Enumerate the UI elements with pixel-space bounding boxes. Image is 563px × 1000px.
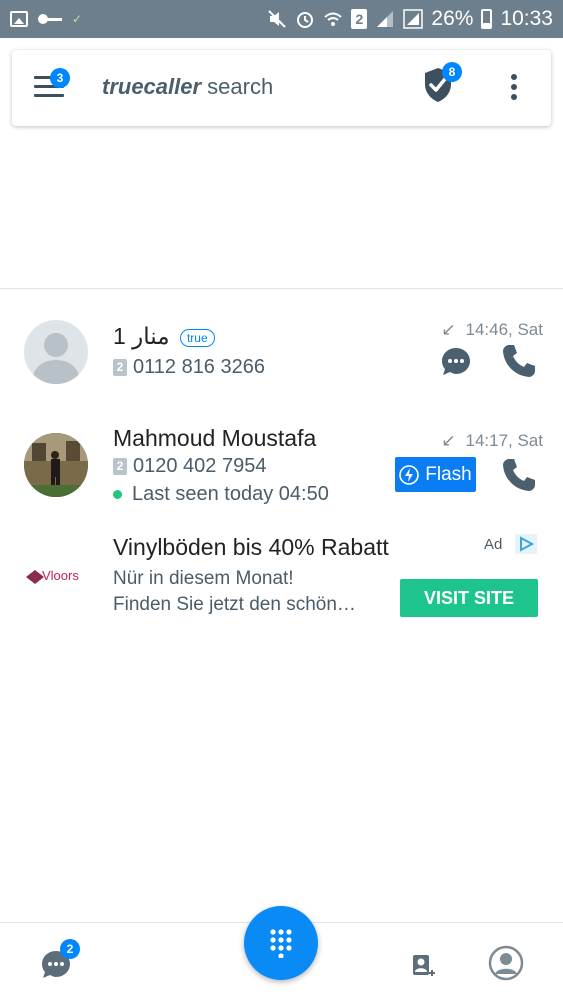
nav-profile[interactable] (488, 945, 524, 981)
menu-button[interactable]: 3 (34, 68, 70, 100)
ad-label: Ad (484, 536, 503, 553)
ad-row[interactable]: Vloors Vinylböden bis 40% Rabatt Nür in … (0, 530, 563, 625)
contact-name: منار 1 true (113, 323, 215, 350)
flash-button[interactable]: Flash (395, 457, 476, 492)
ad-logo: Vloors (24, 566, 96, 590)
contact-name-text: منار 1 (113, 323, 170, 349)
shield-button[interactable]: 8 (422, 62, 462, 106)
ad-logo-text: Vloors (42, 568, 79, 583)
dialpad-icon (270, 929, 292, 958)
battery-percent: 26% (431, 7, 474, 30)
call-button[interactable] (500, 456, 538, 494)
alarm-icon (297, 12, 314, 28)
sim-2-icon: 2 (113, 458, 127, 475)
messages-badge: 2 (60, 939, 80, 959)
contacts-icon (413, 955, 435, 976)
phone-number-text: 0112 816 3266 (133, 356, 265, 378)
avatar[interactable] (24, 433, 88, 497)
message-button[interactable] (441, 346, 471, 376)
status-bar: ✓ 2 26% 10:33 (0, 0, 563, 38)
nav-messages[interactable]: 2 (40, 939, 80, 979)
dialpad-button[interactable] (244, 906, 318, 980)
ad-line-1: Nür in diesem Monat! (113, 568, 294, 589)
battery-icon (481, 9, 493, 29)
profile-icon (488, 945, 524, 981)
wifi-icon (324, 12, 343, 26)
visit-site-button[interactable]: VISIT SITE (400, 579, 538, 617)
mute-icon (268, 10, 287, 28)
ad-line-2: Finden Sie jetzt den schön… (113, 594, 356, 615)
incoming-call-icon: ↙ (441, 431, 456, 450)
call-time: ↙ 14:46, Sat (441, 320, 543, 340)
true-badge: true (179, 328, 215, 347)
nav-contacts[interactable] (410, 951, 440, 981)
key-notification-icon (38, 14, 62, 24)
clock: 10:33 (500, 7, 553, 30)
flash-label: Flash (425, 463, 472, 485)
phone-number: 2 0120 402 7954 (113, 455, 266, 478)
phone-number-text: 0120 402 7954 (133, 455, 267, 477)
search-bar[interactable]: 3 truecaller search 8 (12, 50, 551, 126)
search-label: search (201, 74, 274, 99)
divider (0, 288, 563, 289)
search-placeholder[interactable]: truecaller search (102, 74, 273, 100)
online-dot-icon (113, 490, 122, 499)
contact-name: Mahmoud Moustafa (113, 425, 317, 451)
call-time: ↙ 14:17, Sat (441, 431, 543, 451)
gallery-notification-icon (10, 11, 28, 27)
last-seen-text: Last seen today 04:50 (132, 483, 329, 505)
sim-slot-icon: 2 (351, 9, 368, 29)
call-time-text: 14:46, Sat (465, 320, 543, 339)
person-placeholder-icon (32, 333, 80, 384)
call-row-1[interactable]: منار 1 true 2 0112 816 3266 ↙ 14:46, Sat (0, 318, 563, 390)
avatar[interactable] (24, 320, 88, 384)
call-button[interactable] (500, 342, 538, 380)
phone-number: 2 0112 816 3266 (113, 356, 265, 379)
flash-icon (399, 464, 420, 485)
brand-logo: truecaller (102, 74, 202, 99)
kebab-dot-2 (511, 84, 517, 90)
shield-badge: 8 (442, 62, 462, 82)
kebab-dot-3 (511, 94, 517, 100)
adchoices-icon[interactable] (515, 534, 537, 554)
signal-icon (377, 11, 394, 27)
contact-photo (24, 433, 88, 497)
call-time-text: 14:17, Sat (465, 431, 543, 450)
check-notification-icon: ✓ (72, 12, 83, 26)
call-row-2[interactable]: Mahmoud Moustafa 2 0120 402 7954 Last se… (0, 425, 563, 515)
last-seen: Last seen today 04:50 (113, 483, 329, 506)
menu-badge: 3 (50, 68, 70, 88)
sim-2-icon: 2 (113, 359, 127, 376)
menu-icon-bar-3 (34, 94, 64, 97)
ad-title: Vinylböden bis 40% Rabatt (113, 534, 389, 560)
incoming-call-icon: ↙ (441, 320, 456, 339)
kebab-icon (511, 74, 517, 80)
signal-2-icon (403, 9, 424, 29)
more-options-button[interactable] (508, 74, 520, 102)
